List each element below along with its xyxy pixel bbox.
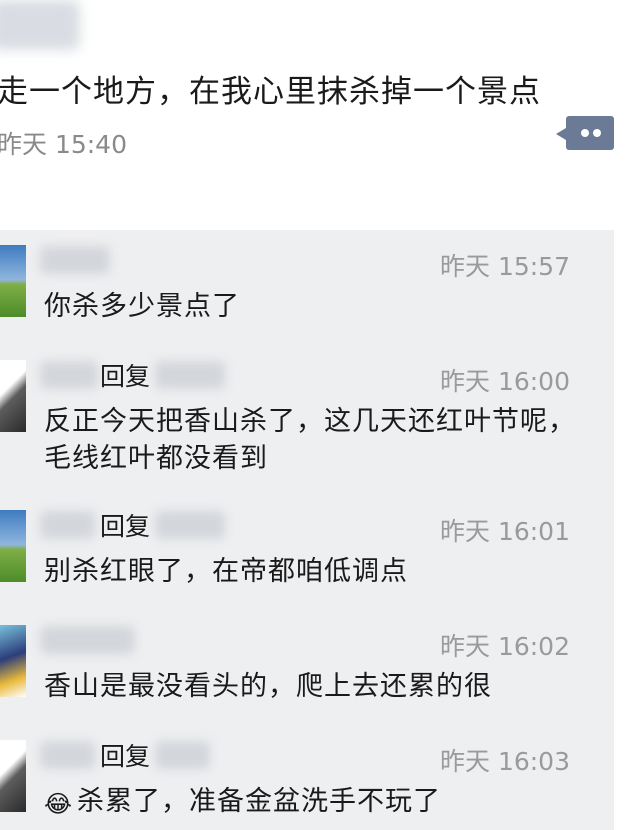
commenter-name[interactable] <box>40 622 300 660</box>
avatar[interactable] <box>0 625 26 697</box>
blurred-name <box>155 511 225 539</box>
comment-item[interactable]: 昨天 16:02 香山是最没看头的，爬上去还累的很 <box>0 610 614 725</box>
blurred-name <box>155 741 210 769</box>
post-text: 走一个地方，在我心里抹杀掉一个景点 <box>0 74 541 110</box>
avatar[interactable] <box>0 360 26 432</box>
tears-of-joy-emoji: 😂 <box>44 790 74 818</box>
comment-text: 反正今天把香山杀了，这几天还红叶节呢，毛线红叶都没看到 <box>44 406 576 474</box>
comment-time: 昨天 16:02 <box>440 632 570 661</box>
comment-item[interactable]: 回复 昨天 16:01 别杀红眼了，在帝都咱低调点 <box>0 495 614 610</box>
blurred-name <box>40 361 98 389</box>
dot <box>581 129 589 137</box>
blurred-name <box>40 511 95 539</box>
comment-text: 香山是最没看头的，爬上去还累的很 <box>44 671 492 702</box>
avatar[interactable] <box>0 740 26 812</box>
comment-text: 别杀红眼了，在帝都咱低调点 <box>44 556 408 587</box>
comment-time: 昨天 16:00 <box>440 367 570 396</box>
comment-list: 昨天 15:57 你杀多少景点了 回复 昨天 16:00 反正今天把香山杀了，这… <box>0 230 614 830</box>
comment-text: 你杀多少景点了 <box>44 291 240 322</box>
post-time: 昨天 15:40 <box>0 130 127 159</box>
reply-label: 回复 <box>100 512 151 541</box>
comment-item[interactable]: 回复 昨天 16:00 反正今天把香山杀了，这几天还红叶节呢，毛线红叶都没看到 <box>0 345 614 495</box>
commenter-name[interactable]: 回复 <box>40 507 300 545</box>
reply-label: 回复 <box>100 742 151 771</box>
avatar[interactable] <box>0 245 26 317</box>
dot <box>593 129 601 137</box>
comment-item[interactable]: 回复 昨天 16:03 😂 杀累了，准备金盆洗手不玩了 <box>0 725 614 830</box>
blurred-name <box>40 741 95 769</box>
blurred-name <box>40 626 135 654</box>
moment-post: 走一个地方，在我心里抹杀掉一个景点 昨天 15:40 <box>0 0 640 230</box>
commenter-name[interactable]: 回复 <box>40 357 300 395</box>
comment-text: 😂 杀累了，准备金盆洗手不玩了 <box>44 783 584 823</box>
avatar[interactable] <box>0 510 26 582</box>
comment-more-icon[interactable] <box>556 116 614 150</box>
comment-item[interactable]: 昨天 15:57 你杀多少景点了 <box>0 230 614 345</box>
blurred-name <box>40 246 110 274</box>
blurred-author-name <box>0 0 80 50</box>
commenter-name[interactable]: 回复 <box>40 737 300 775</box>
comment-time: 昨天 16:03 <box>440 747 570 776</box>
blurred-name <box>155 361 225 389</box>
comment-text-body: 杀累了，准备金盆洗手不玩了 <box>77 786 442 817</box>
comment-time: 昨天 16:01 <box>440 517 570 546</box>
right-edge <box>614 230 640 830</box>
reply-label: 回复 <box>100 362 151 391</box>
commenter-name[interactable] <box>40 242 300 280</box>
comment-time: 昨天 15:57 <box>440 252 570 281</box>
